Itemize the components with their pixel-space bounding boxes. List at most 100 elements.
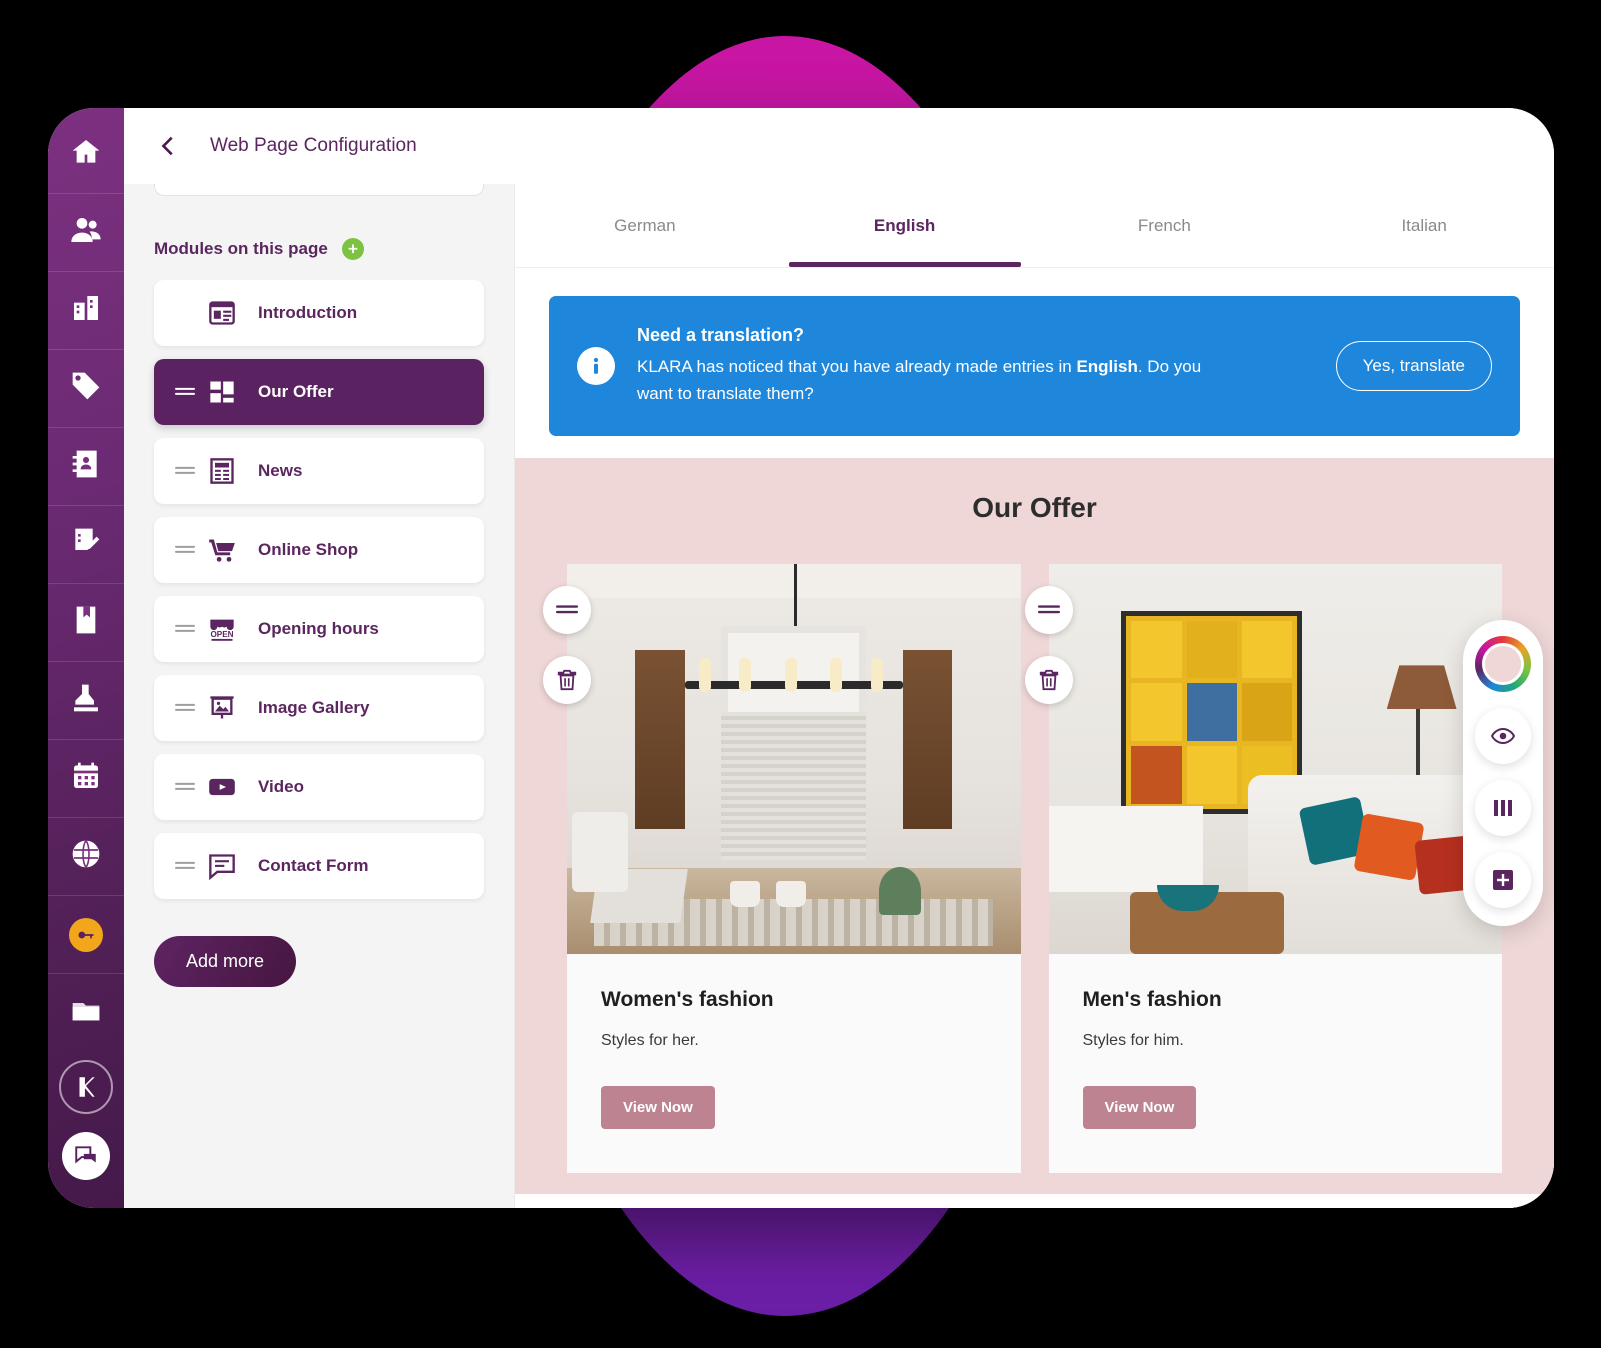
sidebar-item-address-book[interactable] bbox=[48, 428, 124, 506]
add-more-button[interactable]: Add more bbox=[154, 936, 297, 987]
checklist-edit-icon bbox=[70, 526, 102, 563]
module-item-our-offer[interactable]: Our Offer bbox=[154, 359, 484, 425]
sidebar-item-contacts[interactable] bbox=[48, 194, 124, 272]
offer-section: Our Offer Women's fashion Styles for her… bbox=[515, 458, 1554, 1194]
living-room-photo bbox=[1048, 564, 1502, 954]
page-stage: Web Page Configuration Modules on this p… bbox=[0, 0, 1601, 1348]
sidebar-item-access[interactable] bbox=[48, 896, 124, 974]
www-globe-icon bbox=[70, 838, 102, 875]
tab-italian[interactable]: Italian bbox=[1294, 184, 1554, 267]
yes-translate-button[interactable]: Yes, translate bbox=[1335, 341, 1492, 391]
info-icon bbox=[577, 347, 615, 385]
module-item-introduction[interactable]: Introduction bbox=[154, 280, 484, 346]
drag-handle-icon[interactable] bbox=[168, 702, 202, 714]
svg-text:OPEN: OPEN bbox=[210, 630, 233, 639]
drag-handle-icon[interactable] bbox=[168, 465, 202, 477]
newspaper-icon bbox=[202, 457, 242, 485]
drag-handle-icon[interactable] bbox=[168, 386, 202, 398]
module-item-online-shop[interactable]: Online Shop bbox=[154, 517, 484, 583]
offer-cards: Women's fashion Styles for her. View Now bbox=[515, 564, 1554, 1173]
offer-card-subtitle: Styles for her. bbox=[601, 1032, 699, 1049]
module-label: Contact Form bbox=[258, 856, 369, 875]
page-title: Web Page Configuration bbox=[210, 135, 417, 156]
sidebar-item-website[interactable] bbox=[48, 818, 124, 896]
sidebar-item-payroll[interactable] bbox=[48, 662, 124, 740]
building-icon bbox=[70, 292, 102, 329]
open-sign-icon: OPEN bbox=[202, 615, 242, 643]
modules-heading: Modules on this page bbox=[154, 239, 328, 258]
module-item-opening-hours[interactable]: OPEN Opening hours bbox=[154, 596, 484, 662]
main-sidebar bbox=[48, 108, 124, 1208]
grid-blocks-icon bbox=[202, 378, 242, 406]
offer-card-body: Women's fashion Styles for her. View Now bbox=[567, 954, 1021, 1173]
body-row: Modules on this page Introduction Our Of… bbox=[124, 184, 1554, 1208]
video-play-icon bbox=[202, 773, 242, 801]
window-topbar: Web Page Configuration bbox=[124, 108, 1554, 184]
sidebar-item-company[interactable] bbox=[48, 272, 124, 350]
partial-card-above bbox=[154, 184, 484, 196]
stamp-icon bbox=[70, 682, 102, 719]
speech-form-icon bbox=[202, 852, 242, 880]
module-label: Our Offer bbox=[258, 382, 334, 401]
offer-card-title: Men's fashion bbox=[1082, 988, 1222, 1011]
calendar-icon bbox=[70, 760, 102, 797]
sidebar-item-home[interactable] bbox=[48, 116, 124, 194]
color-wheel-swatch bbox=[1482, 643, 1524, 685]
columns-icon[interactable] bbox=[1475, 780, 1531, 836]
tab-english[interactable]: English bbox=[775, 184, 1035, 267]
language-tabs: German English French Italian bbox=[515, 184, 1554, 268]
drag-handle-icon[interactable] bbox=[168, 860, 202, 872]
dining-room-photo bbox=[567, 564, 1021, 954]
offer-card-image bbox=[567, 564, 1021, 954]
view-now-button[interactable]: View Now bbox=[601, 1086, 715, 1129]
offer-card-body: Men's fashion Styles for him. View Now bbox=[1049, 954, 1503, 1173]
plus-square-icon[interactable] bbox=[1475, 852, 1531, 908]
offer-card-mens-fashion[interactable]: Men's fashion Styles for him. View Now bbox=[1024, 564, 1503, 1173]
sidebar-item-calendar[interactable] bbox=[48, 740, 124, 818]
app-window: Web Page Configuration Modules on this p… bbox=[48, 108, 1554, 1208]
tab-german[interactable]: German bbox=[515, 184, 775, 267]
translation-banner: Need a translation? KLARA has noticed th… bbox=[549, 296, 1520, 436]
drag-handle-icon[interactable] bbox=[1024, 586, 1073, 634]
book-icon bbox=[70, 604, 102, 641]
drag-handle-icon[interactable] bbox=[168, 544, 202, 556]
modules-panel: Modules on this page Introduction Our Of… bbox=[124, 184, 514, 1208]
trash-icon[interactable] bbox=[543, 656, 591, 704]
modules-header: Modules on this page bbox=[154, 238, 484, 260]
module-label: Image Gallery bbox=[258, 698, 370, 717]
module-item-news[interactable]: News bbox=[154, 438, 484, 504]
module-item-image-gallery[interactable]: Image Gallery bbox=[154, 675, 484, 741]
eye-icon[interactable] bbox=[1475, 708, 1531, 764]
sidebar-item-documents[interactable] bbox=[48, 974, 124, 1052]
drag-handle-icon[interactable] bbox=[168, 623, 202, 635]
tag-icon bbox=[70, 370, 102, 407]
banner-title: Need a translation? bbox=[637, 325, 805, 346]
module-label: Online Shop bbox=[258, 540, 359, 559]
offer-bottom-strip bbox=[515, 1194, 1554, 1208]
offer-card-womens-fashion[interactable]: Women's fashion Styles for her. View Now bbox=[543, 564, 1021, 1173]
sidebar-item-tasks[interactable] bbox=[48, 506, 124, 584]
work-area: Web Page Configuration Modules on this p… bbox=[124, 108, 1554, 1208]
banner-body-part1: KLARA has noticed that you have already … bbox=[637, 357, 1077, 377]
home-icon bbox=[70, 136, 102, 173]
tab-french[interactable]: French bbox=[1035, 184, 1295, 267]
module-label: News bbox=[258, 461, 303, 480]
chevron-left-icon[interactable] bbox=[154, 133, 180, 159]
sidebar-item-journal[interactable] bbox=[48, 584, 124, 662]
key-badge-icon bbox=[69, 917, 103, 952]
color-wheel-icon[interactable] bbox=[1475, 636, 1531, 692]
view-now-button[interactable]: View Now bbox=[1082, 1086, 1197, 1129]
offer-card-subtitle: Styles for him. bbox=[1082, 1032, 1184, 1049]
article-card-icon bbox=[202, 299, 242, 327]
module-item-contact-form[interactable]: Contact Form bbox=[154, 833, 484, 899]
translation-banner-wrap: Need a translation? KLARA has noticed th… bbox=[515, 268, 1554, 458]
chat-bubbles-icon[interactable] bbox=[62, 1132, 110, 1180]
klara-logo-icon[interactable] bbox=[59, 1060, 113, 1114]
drag-handle-icon[interactable] bbox=[543, 586, 591, 634]
people-icon bbox=[70, 214, 102, 251]
module-item-video[interactable]: Video bbox=[154, 754, 484, 820]
drag-handle-icon[interactable] bbox=[168, 781, 202, 793]
sidebar-item-products[interactable] bbox=[48, 350, 124, 428]
plus-circle-icon[interactable] bbox=[341, 238, 364, 260]
trash-icon[interactable] bbox=[1024, 656, 1073, 704]
